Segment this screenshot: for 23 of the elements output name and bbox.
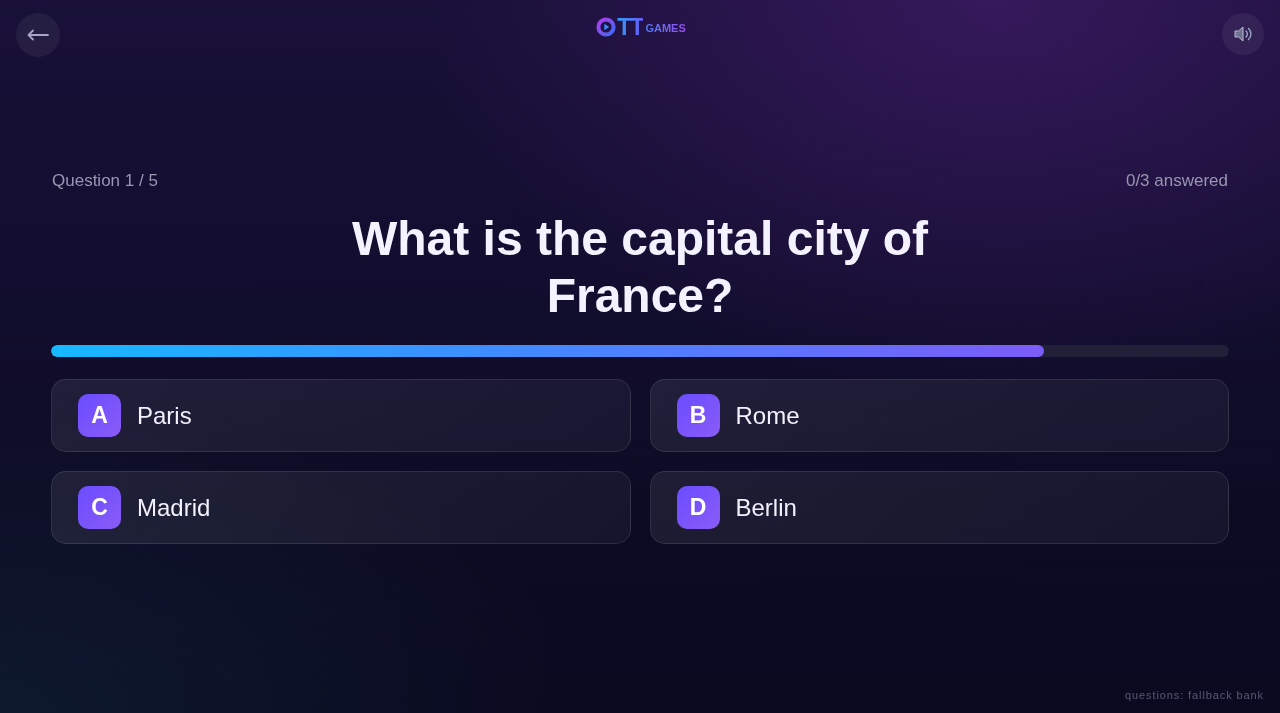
answer-text: Paris [137,401,192,430]
answer-option[interactable]: A Paris [51,379,631,452]
answer-option[interactable]: D Berlin [649,471,1229,544]
answer-option[interactable]: B Rome [649,379,1229,452]
source-note: questions: fallback bank [1125,688,1264,702]
answered-count: 0/3 answered [1125,171,1228,191]
speaker-icon [1233,25,1253,43]
question-text: What is the capital city of France? [350,211,930,324]
answer-text: Rome [735,401,800,430]
answer-option[interactable]: C Madrid [51,471,631,544]
logo-text: TT [617,17,644,37]
letter-badge: B [676,394,720,437]
answer-text: Madrid [137,493,211,522]
letter-badge: D [676,486,720,529]
sound-button[interactable] [1222,13,1264,55]
play-ring-icon [596,17,617,37]
question-counter: Question 1 / 5 [52,171,158,191]
answer-text: Berlin [735,493,797,522]
back-arrow-icon [27,29,49,41]
letter-badge: A [78,394,121,437]
letter-badge: C [78,486,121,529]
logo-subtext: GAMES [645,22,686,34]
back-button[interactable] [16,13,60,57]
